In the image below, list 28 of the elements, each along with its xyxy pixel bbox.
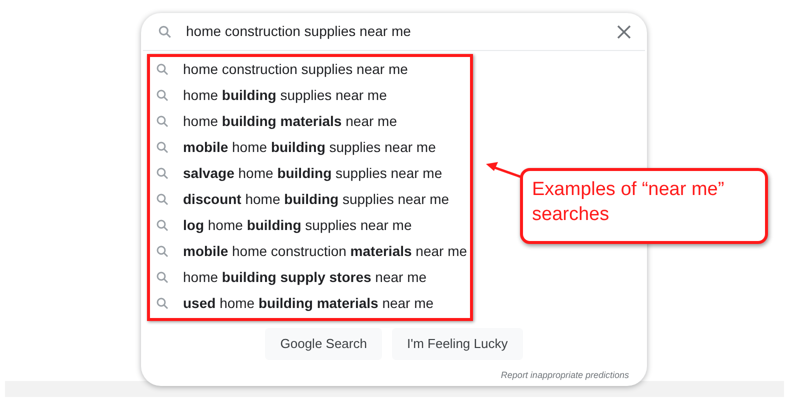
search-icon bbox=[155, 114, 170, 128]
callout-text: Examples of “near me” searches bbox=[532, 178, 726, 227]
search-icon bbox=[155, 140, 170, 154]
search-icon bbox=[157, 24, 173, 40]
suggestion-item[interactable]: used home building materials near me bbox=[141, 290, 448, 316]
search-icon bbox=[155, 62, 170, 76]
search-icon bbox=[155, 218, 170, 232]
suggestion-item[interactable]: mobile home construction materials near me bbox=[141, 238, 482, 264]
suggestion-item[interactable]: home building supply stores near me bbox=[141, 264, 441, 290]
suggestion-item[interactable]: log home building supplies near me bbox=[141, 212, 426, 238]
search-icon bbox=[155, 192, 170, 206]
suggestion-item[interactable]: salvage home building supplies near me bbox=[141, 160, 456, 186]
search-field[interactable]: home construction supplies near me bbox=[143, 13, 645, 51]
search-button[interactable]: I'm Feeling Lucky bbox=[392, 328, 523, 360]
search-icon bbox=[155, 270, 170, 284]
search-query: home construction supplies near me bbox=[186, 22, 412, 41]
suggestion-item[interactable]: home construction supplies near me bbox=[141, 56, 422, 82]
report-link[interactable]: Report inappropriate predictions bbox=[500, 369, 629, 382]
close-icon[interactable] bbox=[617, 24, 631, 38]
search-button[interactable]: Google Search bbox=[265, 328, 382, 360]
search-icon bbox=[155, 244, 170, 258]
suggestion-item[interactable]: home building materials near me bbox=[141, 108, 411, 134]
search-icon bbox=[155, 88, 170, 102]
search-icon bbox=[155, 166, 170, 180]
suggestion-item[interactable]: mobile home building supplies near me bbox=[141, 134, 450, 160]
suggestion-item[interactable]: discount home building supplies near me bbox=[141, 186, 464, 212]
suggestion-item[interactable]: home building supplies near me bbox=[141, 82, 401, 108]
search-icon bbox=[155, 296, 170, 310]
